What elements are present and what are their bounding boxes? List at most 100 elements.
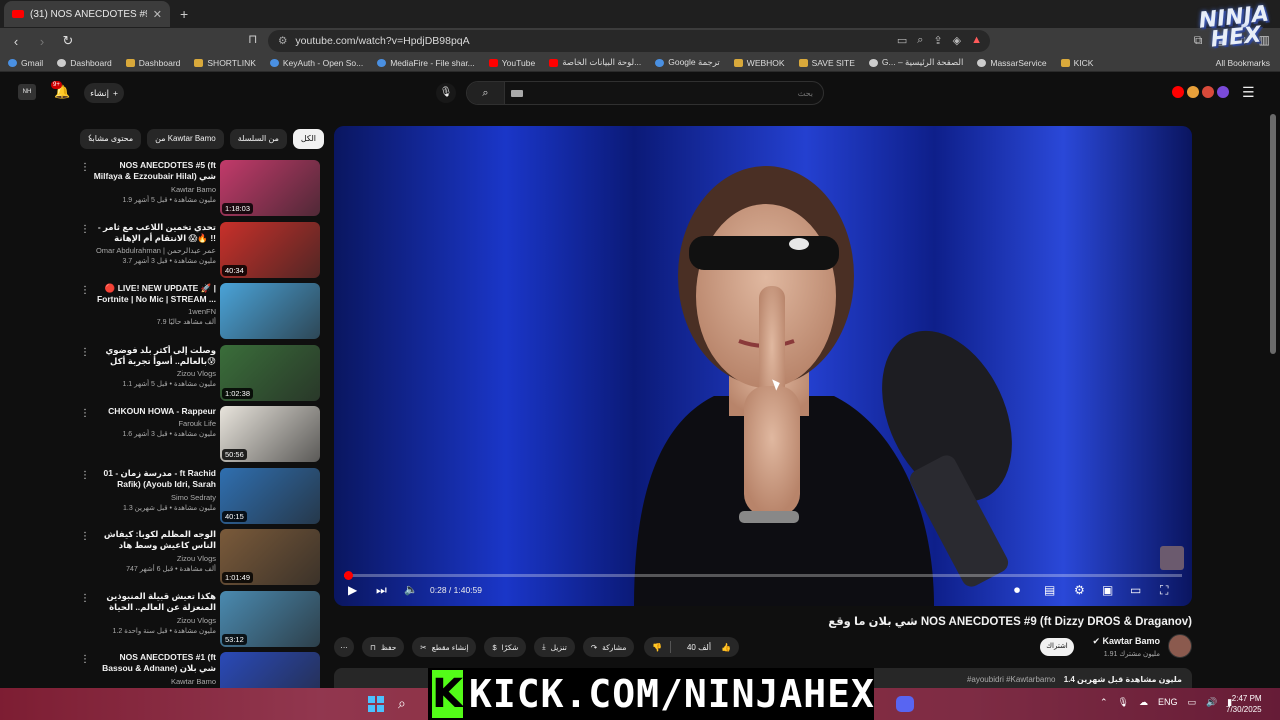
bookmark-shortlink[interactable]: SHORTLINK (194, 58, 256, 68)
bookmark-massar[interactable]: MassarService (977, 58, 1047, 68)
bookmark-yt-studio[interactable]: لوحة البيانات الخاصة... (549, 57, 641, 68)
close-tab-icon[interactable]: ✕ (153, 8, 162, 21)
channel-name[interactable]: ✔ Kawtar Bamo (1092, 636, 1160, 647)
discord-icon[interactable] (896, 696, 914, 712)
miniplayer-icon[interactable]: ▣ (1102, 583, 1113, 597)
recommendation-item[interactable]: ⋮ 🔴 LIVE! NEW UPDATE 🚀 | Fortnite | No Mi… (70, 283, 324, 341)
rec-thumbnail[interactable] (220, 652, 320, 688)
bookmark-home[interactable]: G... – الصفحة الرئيسية (868, 57, 963, 68)
theater-mode-icon[interactable]: ▭ (1130, 583, 1141, 597)
bookmark-google-translate[interactable]: Google ترجمة (655, 57, 720, 68)
brave-shield-icon[interactable]: ◈ (953, 34, 961, 47)
progress-bar[interactable] (343, 571, 1182, 580)
settings-gear-icon[interactable]: ⚙ (1074, 583, 1085, 597)
keyboard-icon[interactable] (511, 90, 523, 97)
dislike-icon[interactable]: 👎 (644, 643, 670, 652)
account-avatar[interactable]: NH (18, 84, 36, 100)
mic-tray-icon[interactable]: 🎙 (1118, 697, 1129, 708)
bookmark-kick[interactable]: KICK (1060, 58, 1093, 68)
fullscreen-icon[interactable]: ⛶ (1160, 583, 1168, 598)
bookmark-save-site[interactable]: SAVE SITE (798, 58, 855, 68)
subtitles-icon[interactable]: ▤ (1044, 583, 1055, 597)
windows-start-icon[interactable] (368, 696, 384, 712)
bookmark-icon[interactable]: ⊓ (248, 32, 257, 46)
bookmark-dashboard-2[interactable]: Dashboard (125, 58, 180, 68)
chip-from-series[interactable]: من السلسلة (229, 129, 287, 149)
chip-from-channel[interactable]: من Kawtar Bamo (147, 129, 224, 149)
recommendation-item[interactable]: ⋮ NOS ANECDOTES #5 (ft Milfaya & Ezzoubai… (70, 160, 324, 218)
search-icon[interactable]: ⌕ (467, 82, 505, 104)
more-options-icon[interactable]: ⋮ (80, 224, 90, 235)
video-player[interactable]: ▶ ⏭ 🔈 0:28 / 1:40:59 ⏺ ▤ ⚙ ▣ ▭ ⛶ (334, 126, 1192, 606)
bookmark-mediafire[interactable]: MediaFire - File shar... (377, 58, 475, 68)
progress-scrubber[interactable] (343, 571, 353, 580)
recommendation-item[interactable]: ⋮ CHKOUN HOWA - Rappeur Farouk Life 1.6 ملي… (70, 406, 324, 464)
reload-icon[interactable]: ↻ (58, 33, 78, 49)
bookmark-keyauth[interactable]: KeyAuth - Open So... (269, 58, 363, 68)
browser-tab[interactable]: (31) NOS ANECDOTES #9 (ft Dizz ✕ (4, 1, 170, 27)
recommendation-item[interactable]: ⋮ تحدي تخمين اللاعب مع ثامر - الانتقام أم… (70, 221, 324, 280)
more-options-icon[interactable]: ⋮ (80, 408, 90, 419)
save-button[interactable]: ⊓ حفظ (362, 637, 405, 657)
create-button[interactable]: إنشاء + (84, 83, 124, 103)
volume-icon[interactable]: 🔈 (404, 583, 418, 596)
subscribe-button[interactable]: اشتراك (1040, 638, 1074, 656)
recommendation-item[interactable]: ⋮ الوجه المظلم لكوبا: كيفاش الناس كاعيش و… (70, 529, 324, 587)
new-tab-button[interactable]: + (180, 6, 188, 22)
more-options-icon[interactable]: ⋮ (80, 531, 90, 542)
page-scrollbar[interactable] (1270, 114, 1276, 354)
more-actions-icon[interactable]: ⋯ (334, 637, 354, 657)
display-icon[interactable]: ▭ (1188, 697, 1197, 708)
site-info-icon[interactable]: ⚙ (278, 35, 287, 47)
like-button[interactable]: 40 ألف 👍 (671, 643, 739, 652)
play-icon[interactable]: ▶ (348, 583, 357, 597)
address-bar[interactable]: ⚙ youtube.com/watch?v=HpdjDB98pqA ▭ ⌕ ⇪ … (268, 30, 990, 52)
recommendation-item[interactable]: ⋮ هكذا تعيش قبيلة المنبوذين المنعزلة عن ا… (70, 590, 324, 649)
autoplay-toggle[interactable]: ⏺ (1014, 583, 1020, 598)
yt-logo-group[interactable] (1172, 86, 1229, 98)
hashtags[interactable]: #ayoubidri #Kawtarbamo (967, 675, 1056, 684)
chip-all[interactable]: الكل (292, 129, 324, 149)
menu-icon[interactable]: ☰ (1242, 84, 1255, 101)
bookmark-dashboard-1[interactable]: Dashboard (57, 58, 112, 68)
channel-watermark[interactable] (1160, 546, 1184, 570)
chevron-left-icon[interactable]: ‹ (88, 131, 92, 143)
more-options-icon[interactable]: ⋮ (80, 654, 90, 665)
next-icon[interactable]: ⏭ (376, 583, 387, 598)
channel-avatar[interactable] (1168, 634, 1192, 658)
recommendation-item[interactable]: ⋮ NOS ANECDOTES #1 (ft Bassou & Adnane) ش… (70, 652, 324, 688)
scissors-icon: ✂ (420, 642, 427, 652)
recommendation-item[interactable]: ⋮ مدرسة زمان - 01 - ft Rachid Rafik) (Ayo… (70, 467, 324, 526)
recommendation-item[interactable]: ⋮ وصلت إلى أكثر بلد فوضوي بالعالم.. أسوأ … (70, 344, 324, 403)
forward-icon[interactable]: › (32, 34, 52, 49)
search-input[interactable] (505, 88, 823, 98)
tray-chevron-icon[interactable]: ⌃ (1100, 697, 1108, 708)
bookmark-webhok[interactable]: WEBHOK (733, 58, 785, 68)
more-options-icon[interactable]: ⋮ (80, 162, 90, 173)
share-button[interactable]: ↷ مشاركة (582, 637, 635, 657)
language-indicator[interactable]: ENG (1158, 697, 1178, 708)
cast-icon[interactable]: ▭ (897, 34, 907, 47)
onedrive-icon[interactable]: ☁ (1139, 697, 1148, 708)
bookmark-youtube[interactable]: YouTube (488, 58, 535, 68)
bookmark-gmail[interactable]: Gmail (8, 58, 43, 68)
rec-stats: 1.1 مليون مشاهدة • قبل 5 أشهر (122, 380, 216, 388)
taskbar-clock[interactable]: 2:47 PM 7/30/2025 (1226, 693, 1262, 715)
rec-thumbnail[interactable] (220, 283, 320, 339)
taskbar-search-icon[interactable]: ⌕ (398, 695, 406, 712)
filter-chips: محتوى مشابه من Kawtar Bamo من السلسلة ال… (70, 126, 324, 152)
brave-rewards-icon[interactable]: ▲ (971, 34, 982, 47)
voice-search-icon[interactable]: 🎙 (436, 83, 456, 103)
more-options-icon[interactable]: ⋮ (80, 347, 90, 358)
premium-icon (1187, 86, 1199, 98)
speaker-icon[interactable]: 🔊 (1206, 697, 1217, 708)
share-icon[interactable]: ⇪ (933, 34, 942, 47)
zoom-icon[interactable]: ⌕ (917, 34, 923, 47)
clip-button[interactable]: ✂ إنشاء مقطع (412, 637, 477, 657)
more-options-icon[interactable]: ⋮ (80, 285, 90, 296)
more-options-icon[interactable]: ⋮ (80, 470, 90, 481)
back-icon[interactable]: ‹ (6, 34, 26, 49)
thanks-button[interactable]: $ شكرًا (484, 637, 527, 657)
download-button[interactable]: ⤓ تنزيل (534, 637, 575, 657)
more-options-icon[interactable]: ⋮ (80, 593, 90, 604)
